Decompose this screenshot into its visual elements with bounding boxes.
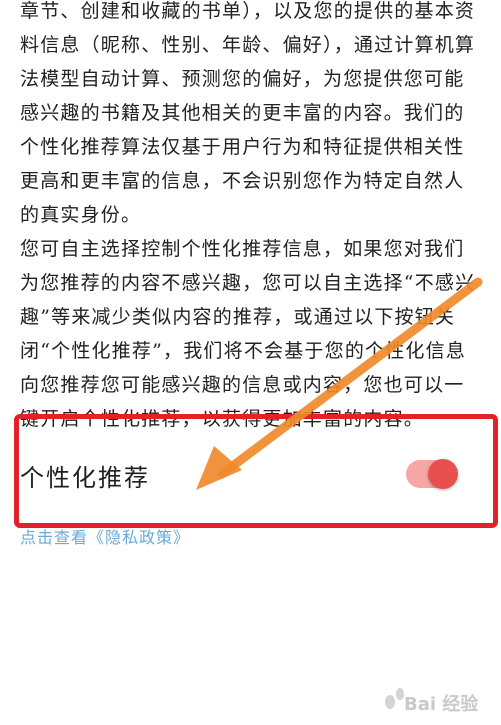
- paragraph-recommendation-basis: 章节、创建和收藏的书单），以及您的提供的基本资料信息（昵称、性别、年龄、偏好），…: [20, 0, 476, 226]
- privacy-policy-link[interactable]: 点击查看《隐私政策》: [20, 524, 190, 548]
- policy-text: 章节、创建和收藏的书单），以及您的提供的基本资料信息（昵称、性别、年龄、偏好），…: [20, 0, 480, 436]
- personalized-recommendation-toggle[interactable]: [406, 459, 458, 489]
- setting-title: 个性化推荐: [20, 464, 150, 492]
- toggle-knob: [428, 459, 458, 489]
- personalized-recommendation-row: 个性化推荐: [18, 446, 488, 508]
- watermark-text: Bai 经验: [404, 694, 479, 715]
- paragraph-control-recommendation: 您可自主选择控制个性化推荐信息，如果您对我们为您推荐的内容不感兴趣，您可以自主选…: [20, 238, 476, 430]
